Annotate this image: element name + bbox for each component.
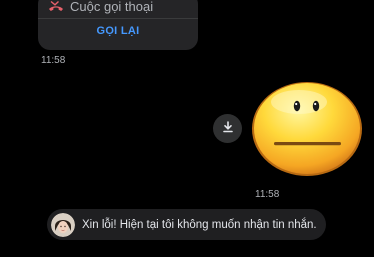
download-icon [222, 120, 234, 138]
sticker-timestamp: 11:58 [255, 189, 280, 200]
contact-avatar[interactable] [51, 212, 75, 237]
missed-call-icon [48, 0, 64, 14]
call-back-button[interactable]: GỌI LẠI [38, 25, 198, 37]
call-title: Cuộc gọi thoại [70, 0, 154, 14]
auto-reply-text: Xin lỗi! Hiện tại tôi không muốn nhận ti… [82, 218, 317, 231]
emoji-sticker[interactable] [251, 80, 363, 178]
call-info-row: Cuộc gọi thoại [48, 0, 153, 14]
auto-reply-message: Xin lỗi! Hiện tại tôi không muốn nhận ti… [47, 209, 326, 240]
download-button[interactable] [213, 114, 242, 143]
call-card-divider [38, 18, 198, 19]
call-message-card: Cuộc gọi thoại GỌI LẠI [38, 0, 198, 50]
call-timestamp: 11:58 [41, 55, 66, 66]
neutral-face-emoji-icon [252, 82, 362, 176]
